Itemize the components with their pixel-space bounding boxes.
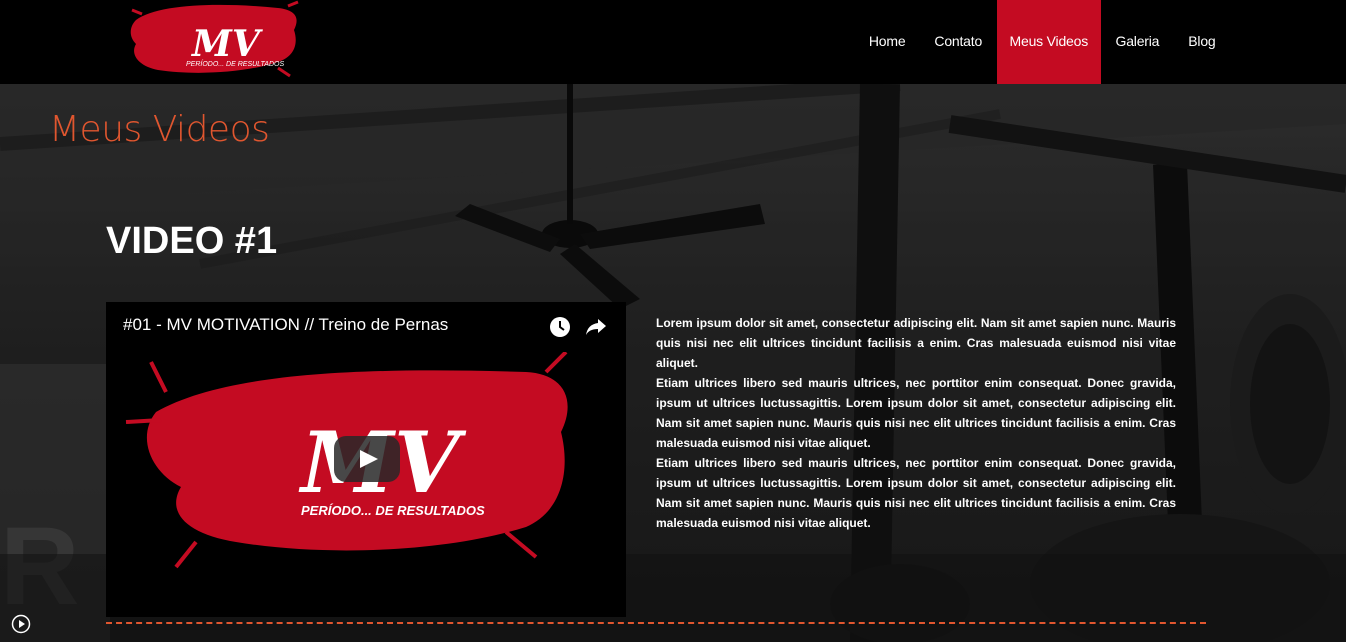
page-title: Meus Videos: [49, 109, 270, 150]
video-player[interactable]: #01 - MV MOTIVATION // Treino de Pernas …: [106, 302, 626, 617]
description-paragraph: Etiam ultrices libero sed mauris ultrice…: [656, 376, 1176, 450]
site-logo[interactable]: MV PERÍODO... DE RESULTADOS: [128, 0, 300, 80]
nav-meus-videos[interactable]: Meus Videos: [996, 0, 1102, 84]
clock-icon[interactable]: [549, 316, 571, 343]
video-description: Lorem ipsum dolor sit amet, consectetur …: [656, 313, 1176, 533]
play-circle-icon[interactable]: [11, 614, 31, 639]
video-art-tagline: PERÍODO... DE RESULTADOS: [301, 503, 485, 518]
share-icon[interactable]: [585, 317, 607, 342]
nav-galeria[interactable]: Galeria: [1101, 0, 1174, 84]
main-nav: Home Contato Meus Videos Galeria Blog: [854, 0, 1230, 84]
nav-home[interactable]: Home: [854, 0, 920, 84]
play-button[interactable]: [334, 436, 400, 482]
description-paragraph: Etiam ultrices libero sed mauris ultrice…: [656, 456, 1176, 530]
video-heading: VIDEO #1: [106, 220, 278, 262]
nav-blog[interactable]: Blog: [1174, 0, 1230, 84]
logo-tagline: PERÍODO... DE RESULTADOS: [186, 59, 284, 68]
description-paragraph: Lorem ipsum dolor sit amet, consectetur …: [656, 316, 1176, 370]
section-divider: [106, 622, 1206, 624]
video-title[interactable]: #01 - MV MOTIVATION // Treino de Pernas: [123, 315, 448, 335]
site-header: MV PERÍODO... DE RESULTADOS Home Contato…: [0, 0, 1346, 84]
nav-contato[interactable]: Contato: [920, 0, 997, 84]
logo-letters: MV: [190, 23, 263, 65]
